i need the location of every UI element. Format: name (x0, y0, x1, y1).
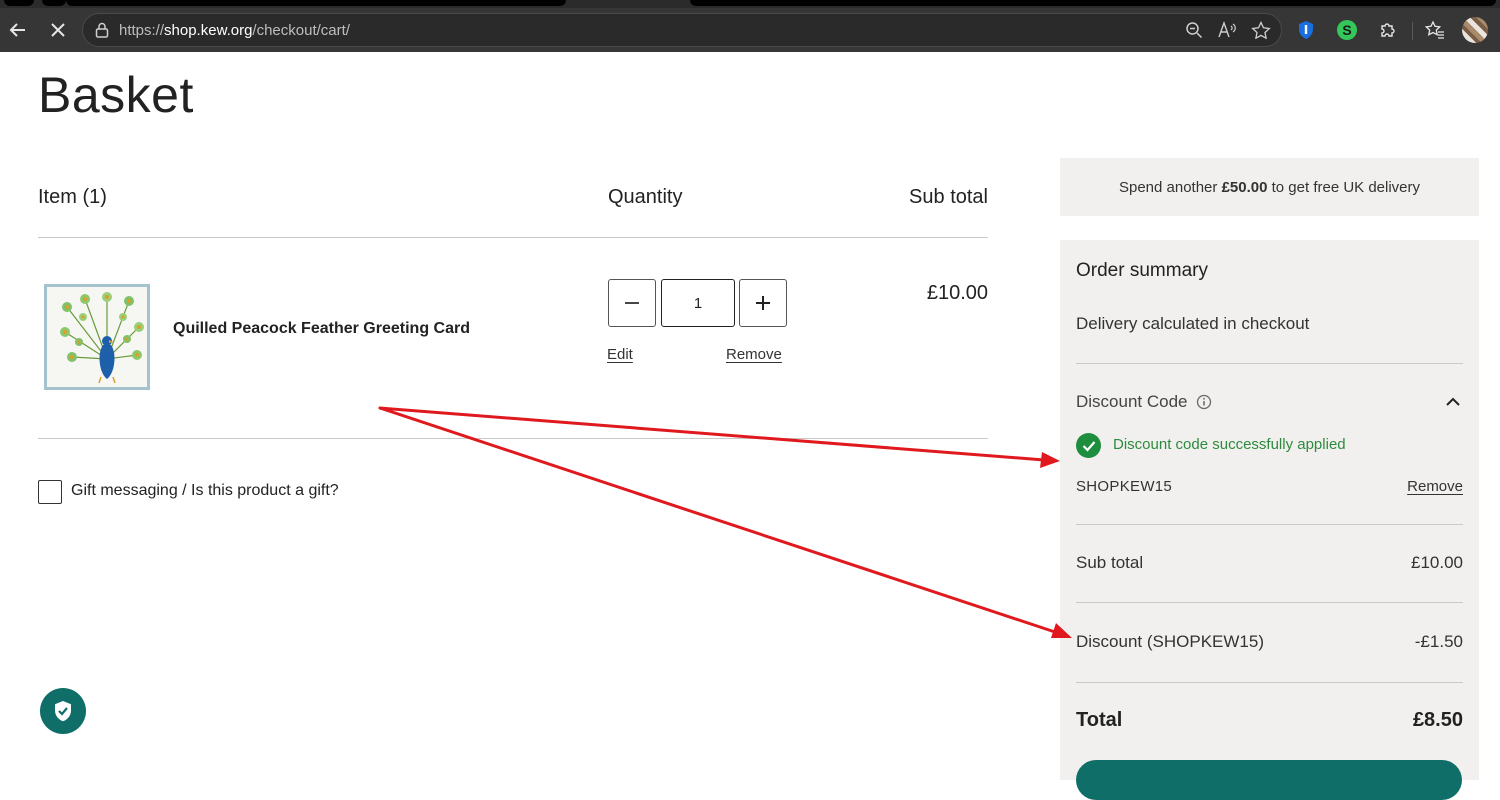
basket-page: Basket Item (1) Quantity Sub total Quill… (0, 52, 1500, 800)
discount-success-message: Discount code successfully applied (1113, 436, 1346, 453)
summary-divider (1076, 524, 1463, 525)
remove-item-link[interactable]: Remove (726, 346, 782, 363)
promo-amount: £50.00 (1221, 178, 1268, 196)
favorite-star-icon[interactable] (1251, 21, 1271, 39)
summary-divider (1076, 682, 1463, 683)
promo-prefix: Spend another (1118, 178, 1222, 196)
product-image[interactable] (44, 284, 150, 390)
increase-quantity-button[interactable] (739, 279, 787, 327)
quantity-input[interactable]: 1 (661, 279, 735, 327)
gift-checkbox-label[interactable]: Gift messaging / Is this product a gift? (71, 482, 339, 500)
arrow-left-icon (9, 23, 25, 37)
subtotal-column-header: Sub total (909, 186, 988, 208)
peacock-card-illustration (47, 287, 147, 387)
back-button[interactable] (4, 16, 32, 44)
url-host: shop.kew.org (164, 22, 253, 39)
total-label: Total (1076, 709, 1123, 731)
discount-code-toggle[interactable]: Discount Code (1076, 392, 1212, 412)
url-text: https://shop.kew.org/checkout/cart/ (119, 22, 350, 39)
shield-extension-icon[interactable] (1295, 19, 1317, 41)
total-value: £8.50 (1412, 709, 1463, 731)
minus-icon (625, 302, 639, 304)
favorites-icon[interactable] (1424, 19, 1446, 41)
edit-link[interactable]: Edit (607, 346, 633, 363)
lock-icon[interactable] (95, 22, 109, 43)
discount-code-heading: Discount Code (1076, 392, 1188, 411)
tab-fragment[interactable] (690, 0, 1496, 6)
order-summary-panel: Order summary Delivery calculated in che… (1060, 240, 1479, 780)
browser-tab-strip (0, 0, 1500, 8)
free-delivery-banner: Spend another £50.00 to get free UK deli… (1060, 158, 1479, 216)
zoom-icon[interactable] (1185, 21, 1203, 39)
product-name[interactable]: Quilled Peacock Feather Greeting Card (173, 320, 470, 338)
discount-label: Discount (SHOPKEW15) (1076, 632, 1264, 651)
item-divider (38, 438, 988, 439)
active-tab[interactable] (66, 0, 566, 6)
order-summary-heading: Order summary (1076, 260, 1208, 281)
promo-suffix: to get free UK delivery (1267, 178, 1421, 196)
read-aloud-icon[interactable] (1217, 21, 1237, 39)
page-title: Basket (38, 67, 194, 123)
quantity-column-header: Quantity (608, 186, 683, 208)
extensions-puzzle-icon[interactable] (1377, 19, 1399, 41)
applied-discount-code: SHOPKEW15 (1076, 478, 1173, 495)
tab-fragment[interactable] (42, 0, 66, 6)
chevron-up-icon[interactable] (1445, 396, 1461, 408)
item-column-header: Item (1) (38, 186, 107, 208)
summary-divider (1076, 363, 1463, 364)
url-scheme: https:// (119, 22, 165, 39)
info-icon[interactable] (1196, 394, 1212, 410)
checkout-button[interactable] (1076, 760, 1462, 800)
browser-toolbar: https://shop.kew.org/checkout/cart/ S (0, 8, 1500, 52)
s-extension-icon[interactable]: S (1336, 19, 1358, 41)
header-divider (38, 237, 988, 238)
toolbar-divider (1412, 22, 1413, 40)
shield-check-icon (55, 701, 71, 722)
extension-letter: S (1337, 20, 1357, 40)
address-bar[interactable]: https://shop.kew.org/checkout/cart/ (82, 13, 1282, 47)
delivery-note: Delivery calculated in checkout (1076, 314, 1310, 333)
profile-avatar[interactable] (1462, 17, 1488, 43)
discount-value: -£1.50 (1414, 632, 1463, 651)
success-check-icon (1076, 433, 1101, 458)
trust-badge[interactable] (40, 688, 86, 734)
summary-divider (1076, 602, 1463, 603)
url-path: /checkout/cart/ (252, 22, 350, 39)
close-icon (51, 23, 65, 37)
remove-discount-link[interactable]: Remove (1407, 478, 1463, 495)
address-bar-actions (1185, 21, 1271, 39)
tab-fragment[interactable] (4, 0, 34, 6)
subtotal-value: £10.00 (1411, 553, 1463, 572)
plus-icon (756, 296, 770, 310)
subtotal-label: Sub total (1076, 553, 1144, 572)
stop-loading-button[interactable] (44, 16, 72, 44)
decrease-quantity-button[interactable] (608, 279, 656, 327)
item-subtotal: £10.00 (926, 282, 988, 304)
gift-checkbox[interactable] (38, 480, 62, 504)
